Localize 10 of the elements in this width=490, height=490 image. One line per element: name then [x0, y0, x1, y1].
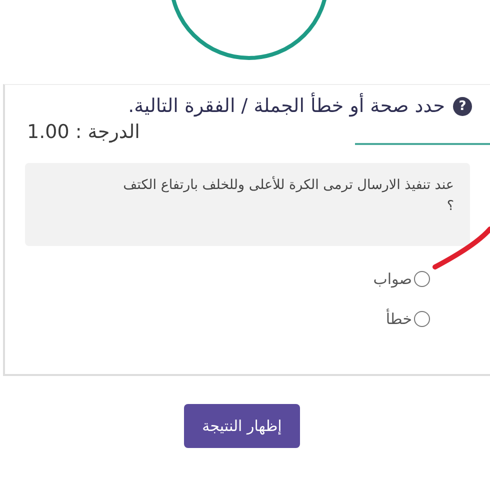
- annotation-stroke: [432, 226, 490, 270]
- answer-option[interactable]: خطأ: [386, 310, 430, 328]
- show-result-button[interactable]: إظهار النتيجة: [184, 404, 300, 448]
- help-icon[interactable]: ?: [453, 96, 472, 116]
- question-title: حدد صحة أو خطأ الجملة / الفقرة التالية.: [128, 95, 445, 117]
- radio-button[interactable]: [414, 311, 430, 327]
- question-text: عند تنفيذ الارسال ترمى الكرة للأعلى وللخلف بارتفاع الكتف ؟: [122, 175, 454, 216]
- radio-button[interactable]: [414, 271, 430, 287]
- grade-text: الدرجة : 1.00: [27, 121, 140, 143]
- answer-option[interactable]: صواب: [373, 270, 430, 288]
